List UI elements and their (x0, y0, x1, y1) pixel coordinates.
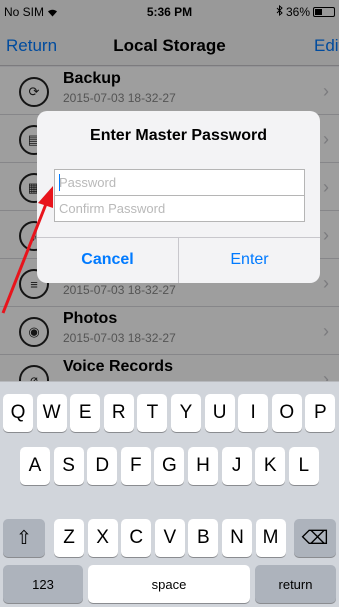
annotation-arrow (1, 186, 53, 314)
